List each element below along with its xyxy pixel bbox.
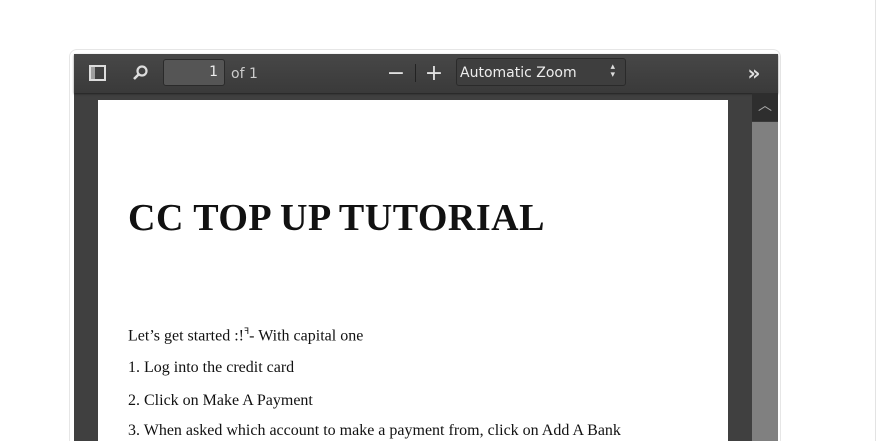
zoom-out-button[interactable]: − (386, 60, 406, 86)
document-title: CC TOP UP TUTORIAL (128, 197, 545, 239)
scroll-up-button[interactable]: ︿ (752, 93, 778, 121)
pdf-page: CC TOP UP TUTORIAL Let’s get started :!ꟻ… (98, 100, 728, 441)
pdf-toolbar: 1 of 1 − + Automatic Zoom ▴ ▾ » (74, 54, 778, 93)
tools-button[interactable]: » (742, 61, 766, 85)
select-arrows-icon: ▴ ▾ (610, 62, 615, 80)
intro-tail: - With capital one (249, 327, 364, 345)
search-icon (133, 65, 148, 80)
vertical-scrollbar[interactable]: ︿ (752, 93, 778, 441)
page-count: of 1 (231, 66, 258, 82)
page-number-input[interactable]: 1 (163, 59, 225, 86)
double-chevron-right-icon: » (747, 61, 761, 85)
step-item: 1. Log into the credit card (128, 359, 295, 376)
zoom-value: Automatic Zoom (460, 65, 577, 81)
zoom-in-button[interactable]: + (424, 60, 444, 86)
plus-icon: + (424, 60, 444, 86)
step-item: 3. When asked which account to make a pa… (128, 422, 621, 439)
minus-icon: − (386, 60, 406, 86)
page-edge-divider (875, 0, 876, 441)
scroll-thumb[interactable] (752, 122, 778, 441)
find-button[interactable] (129, 62, 151, 84)
divider (415, 64, 416, 82)
zoom-select[interactable]: Automatic Zoom ▴ ▾ (456, 58, 626, 86)
intro-line: Let’s get started :!ꟻ- With capital one (128, 326, 363, 345)
pdf-viewer: 1 of 1 − + Automatic Zoom ▴ ▾ » CC TOP UP … (74, 54, 778, 441)
chevron-up-icon: ︿ (758, 98, 772, 114)
sidebar-toggle-button[interactable] (86, 62, 108, 84)
intro-text: Let’s get started :! (128, 327, 244, 345)
sidebar-icon (88, 65, 106, 81)
step-item: 2. Click on Make A Payment (128, 392, 313, 409)
screen: 1 of 1 − + Automatic Zoom ▴ ▾ » CC TOP UP … (0, 0, 883, 441)
